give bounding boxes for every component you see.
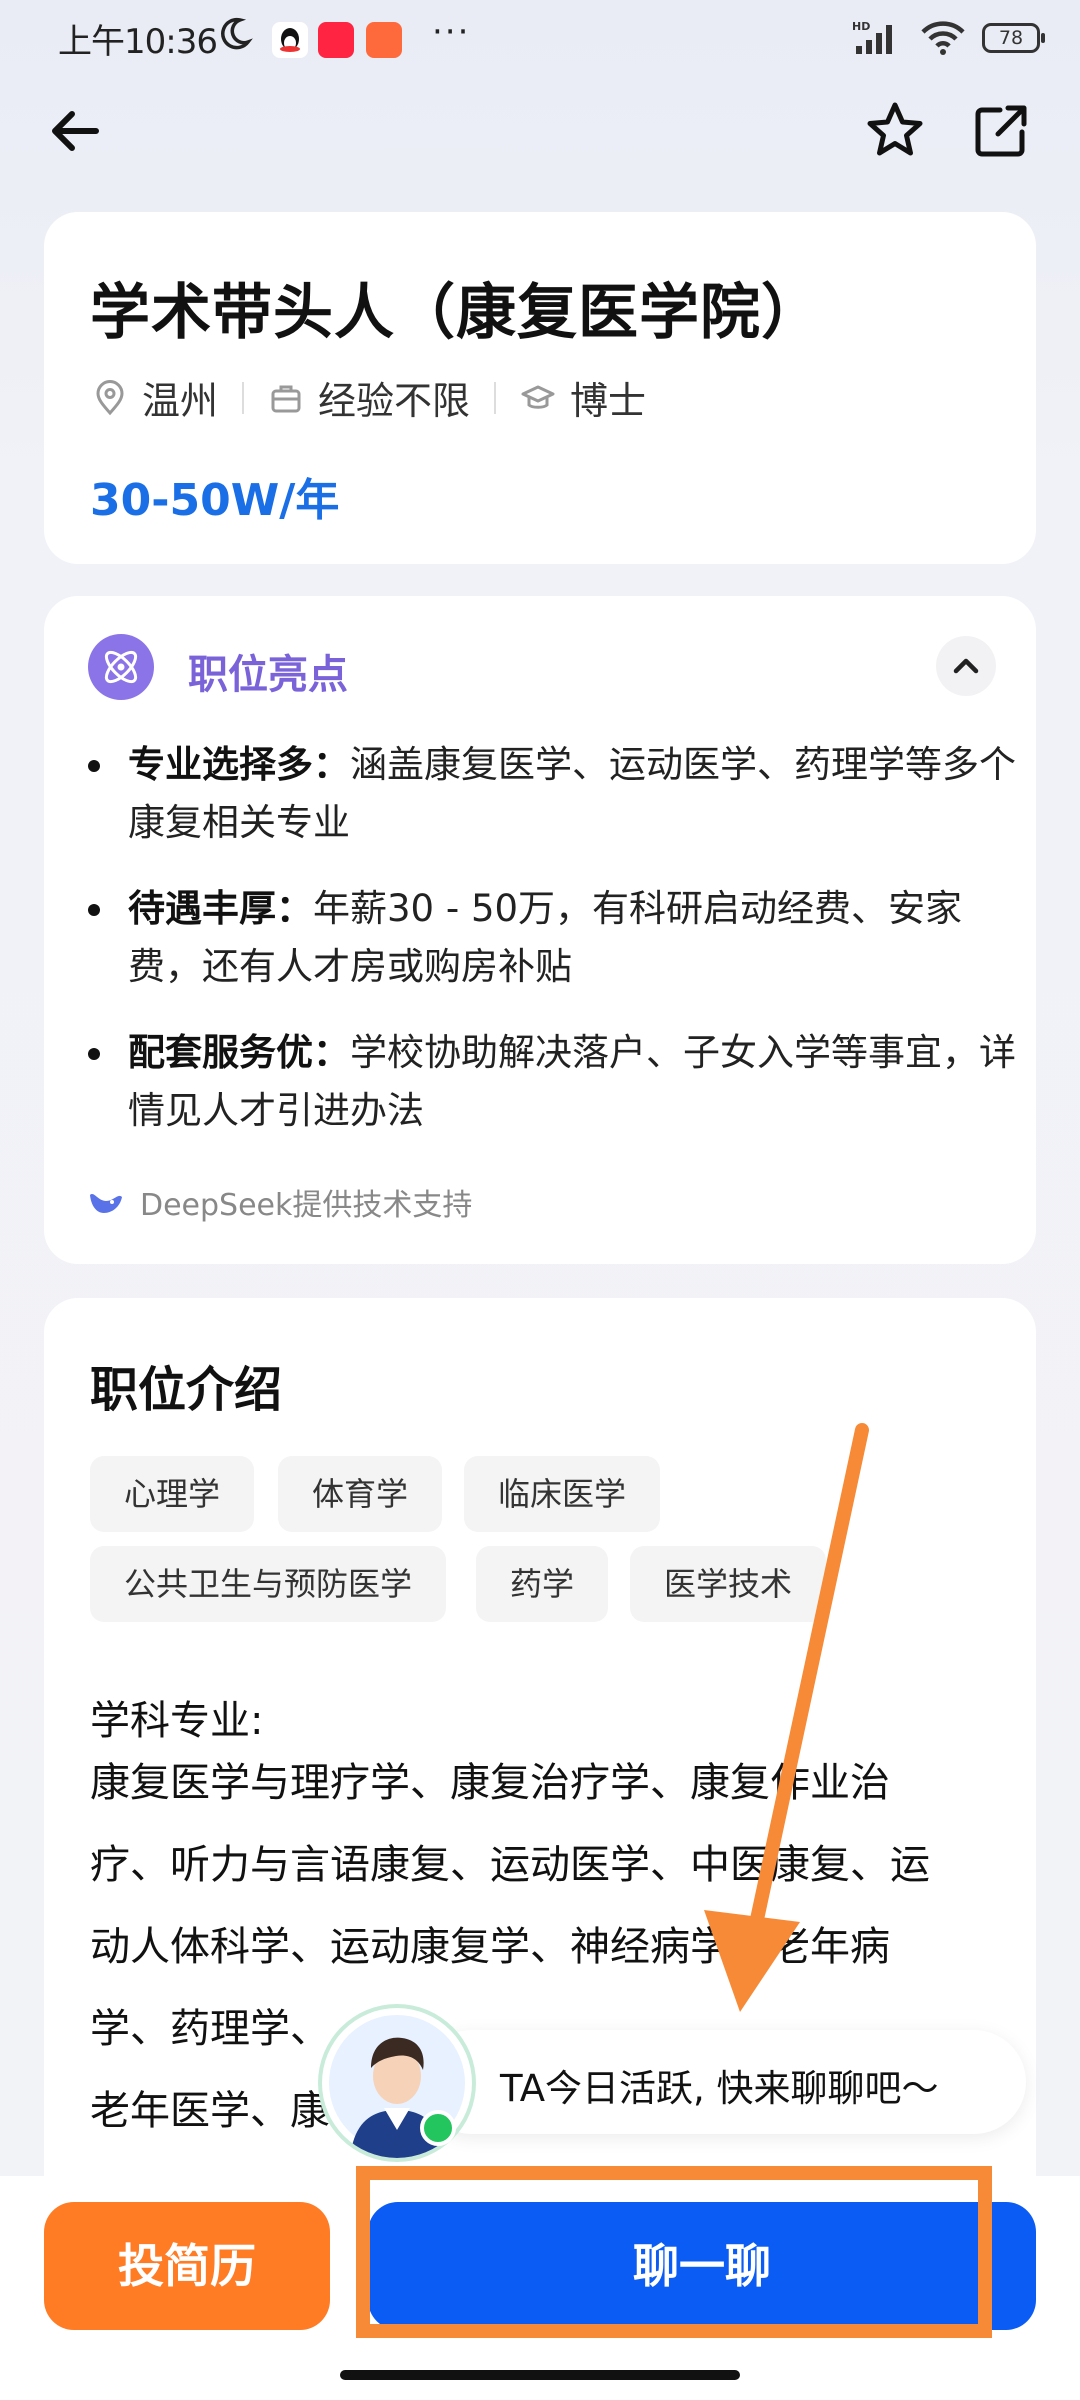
status-bar: 上午10:36 ··· HD 78: [0, 0, 1080, 80]
chevron-up-icon: [953, 658, 979, 674]
chat-prompt-text: TA今日活跃, 快来聊聊吧～: [500, 2067, 939, 2110]
tag[interactable]: 临床医学: [464, 1456, 661, 1532]
divider: [242, 381, 245, 414]
powered-by-text: DeepSeek提供技术支持: [140, 1188, 473, 1223]
field-line: 康复医学与理疗学、康复治疗学、康复作业治: [90, 1760, 890, 1806]
arrow-left-icon[interactable]: [44, 100, 106, 162]
job-experience: 经验不限: [318, 379, 471, 423]
job-location: 温州: [142, 379, 219, 423]
online-status-dot: [420, 2110, 456, 2146]
highlights-list: 专业选择多：涵盖康复医学、运动医学、药理学等多个康复相关专业 待遇丰厚：年薪30…: [88, 736, 1028, 1168]
job-education: 博士: [570, 379, 647, 423]
deepseek-whale-icon: [90, 1194, 122, 1213]
divider: [494, 381, 497, 414]
powered-by: DeepSeek提供技术支持: [88, 1180, 472, 1224]
job-meta: 温州 经验不限 博士: [92, 370, 646, 425]
moon-icon: [221, 17, 253, 50]
tag[interactable]: 药学: [476, 1546, 609, 1622]
field-line: 疗、听力与言语康复、运动医学、中医康复、运: [90, 1842, 930, 1888]
network-type: HD: [852, 20, 870, 33]
atom-icon: [88, 634, 154, 700]
signal-icon: HD: [852, 20, 892, 54]
field-label: 学科专业:: [90, 1698, 264, 1744]
share-edit-icon[interactable]: [968, 98, 1034, 164]
job-highlights-card: 职位亮点 专业选择多：涵盖康复医学、运动医学、药理学等多个康复相关专业 待遇丰厚…: [44, 596, 1036, 1264]
highlight-label: 专业选择多：: [128, 743, 350, 786]
job-salary: 30-50W/年: [90, 475, 340, 526]
location-pin-icon: [96, 379, 124, 415]
briefcase-icon: [271, 385, 301, 412]
job-title: 学术带头人（康复医学院）: [90, 278, 822, 348]
highlight-label: 配套服务优：: [128, 1031, 350, 1074]
description-title: 职位介绍: [90, 1362, 283, 1418]
tag[interactable]: 体育学: [278, 1456, 443, 1532]
job-summary-card: 学术带头人（康复医学院） 温州 经验不限 博士 30-50W/年: [44, 212, 1036, 564]
collapse-button[interactable]: [936, 636, 996, 696]
home-indicator[interactable]: [340, 2370, 740, 2380]
list-item: 专业选择多：涵盖康复医学、运动医学、药理学等多个康复相关专业: [88, 736, 1028, 852]
graduation-cap-icon: [521, 385, 555, 409]
list-item: 待遇丰厚：年薪30 - 50万，有科研启动经费、安家费，还有人才房或购房补贴: [88, 880, 1028, 996]
more-notifications-icon: ···: [432, 12, 471, 52]
chat-prompt-bubble[interactable]: TA今日活跃, 快来聊聊吧～: [420, 2030, 1026, 2134]
shopping-app-icon: [366, 22, 402, 58]
list-item: 配套服务优：学校协助解决落户、子女入学等事宜，详情见人才引进办法: [88, 1024, 1028, 1140]
highlights-title: 职位亮点: [188, 652, 348, 698]
tag[interactable]: 公共卫生与预防医学: [90, 1546, 447, 1622]
wifi-icon: [921, 21, 965, 55]
annotation-highlight-box: [356, 2166, 992, 2338]
status-time: 上午10:36: [58, 22, 218, 62]
xiaohongshu-app-icon: [318, 22, 354, 58]
tag[interactable]: 心理学: [90, 1456, 255, 1532]
submit-resume-button[interactable]: 投简历: [44, 2202, 330, 2330]
tag[interactable]: 医学技术: [630, 1546, 827, 1622]
qq-app-icon: [272, 22, 308, 58]
highlight-label: 待遇丰厚：: [128, 887, 313, 930]
star-outline-icon[interactable]: [862, 98, 928, 164]
field-line: 动人体科学、运动康复学、神经病学、老年病: [90, 1924, 890, 1970]
battery-indicator: 78: [982, 23, 1045, 53]
